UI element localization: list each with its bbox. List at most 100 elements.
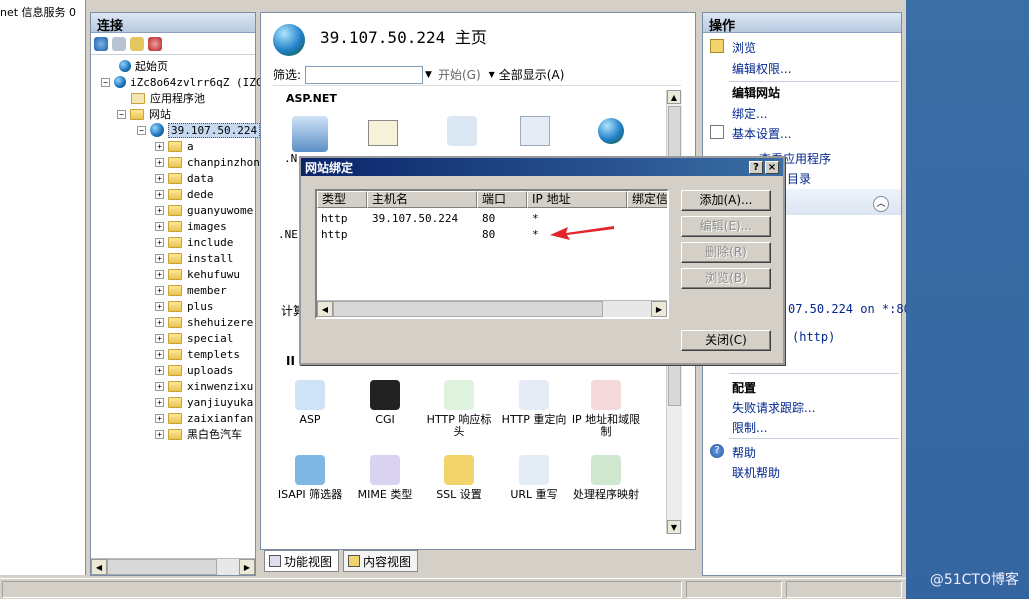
expand-icon[interactable]: + [155,397,164,407]
expand-icon[interactable]: + [155,301,164,311]
expand-icon[interactable]: + [155,429,164,439]
feature-tile[interactable]: IP 地址和域限制 [571,380,641,438]
collapse-icon[interactable]: − [101,77,110,87]
browse-http-link[interactable]: (http) [792,330,835,344]
column-header-binding-info[interactable]: 绑定信 [627,191,667,208]
tree-folder-item[interactable]: + chanpinzhon [155,154,260,170]
feature-tile[interactable]: CGI [350,380,420,426]
tab-features-view[interactable]: 功能视图 [264,550,340,572]
scroll-right-icon[interactable]: ▶ [651,301,667,317]
tree-folder-item[interactable]: + kehufuwu [155,266,240,282]
edit-binding-button[interactable]: 编辑(E)... [681,216,771,237]
failed-request-tracing-link[interactable]: 失败请求跟踪... [732,399,815,416]
scroll-left-icon[interactable]: ◀ [317,301,333,317]
up-folder-icon[interactable] [130,36,144,51]
feature-tile[interactable]: HTTP 重定向 [499,380,569,426]
feature-tile[interactable]: MIME 类型 [350,455,420,501]
column-header-host[interactable]: 主机名 [367,191,477,208]
browse-binding-button[interactable]: 浏览(B) [681,268,771,289]
start-dropdown-icon[interactable]: ▼ [489,70,495,79]
browse-binding-link[interactable]: 07.50.224 on *:80 [788,302,911,316]
scroll-up-icon[interactable]: ▲ [667,90,681,104]
expand-icon[interactable]: + [155,141,164,151]
connect-icon[interactable] [94,36,108,51]
view-virtual-directories-link[interactable]: 目录 [787,170,811,187]
tree-folder-item[interactable]: + a [155,138,194,154]
tree-folder-item[interactable]: + 黑白色汽车 [155,426,242,442]
expand-icon[interactable]: + [155,269,164,279]
tab-content-view[interactable]: 内容视图 [343,550,419,572]
expand-icon[interactable]: + [155,381,164,391]
tree-folder-item[interactable]: + plus [155,298,214,314]
column-header-port[interactable]: 端口 [477,191,527,208]
filter-dropdown-icon[interactable]: ▼ [425,70,432,80]
tree-folder-item[interactable]: + uploads [155,362,233,378]
error-pages-icon[interactable] [368,120,398,146]
dialog-close-icon[interactable]: × [765,160,779,174]
pages-controls-icon[interactable] [520,116,550,146]
expand-icon[interactable]: + [155,333,164,343]
connections-hscrollbar[interactable]: ◀ ▶ [91,558,255,575]
feature-tile[interactable]: 处理程序映射 [571,455,641,501]
tree-item-start-page[interactable]: 起始页 [119,58,168,74]
scroll-thumb[interactable] [333,301,603,317]
aspnet-feature-icon[interactable] [292,116,328,152]
feature-tile[interactable]: HTTP 响应标头 [424,380,494,438]
tree-folder-item[interactable]: + include [155,234,233,250]
feature-tile[interactable]: ASP [275,380,345,426]
dialog-help-button[interactable]: ? [749,160,763,174]
column-header-ip[interactable]: IP 地址 [527,191,627,208]
scroll-left-icon[interactable]: ◀ [91,559,107,575]
remove-binding-button[interactable]: 删除(R) [681,242,771,263]
tree-item-app-pools[interactable]: 应用程序池 [131,90,205,106]
tree-folder-item[interactable]: + dede [155,186,214,202]
tree-item-sites[interactable]: − 网站 [117,106,171,122]
disconnect-icon[interactable] [148,36,162,51]
feature-tile[interactable]: URL 重写 [499,455,569,501]
expand-icon[interactable]: + [155,253,164,263]
tree-folder-item[interactable]: + shehuizere [155,314,253,330]
collapse-chevron-icon[interactable]: ︿ [873,196,889,212]
tree-folder-item[interactable]: + member [155,282,227,298]
tree-folder-item[interactable]: + templets [155,346,240,362]
providers-icon[interactable] [447,116,477,146]
limits-link[interactable]: 限制... [732,419,767,436]
tree-item-site[interactable]: − 39.107.50.224 [137,122,261,138]
tree-folder-item[interactable]: + zaixianfan [155,410,253,426]
basic-settings-link[interactable]: 基本设置... [732,125,791,142]
expand-icon[interactable]: + [155,285,164,295]
tree-folder-item[interactable]: + install [155,250,233,266]
expand-icon[interactable]: + [155,157,164,167]
bindings-hscrollbar[interactable]: ◀ ▶ [317,300,667,317]
net-globalization-icon[interactable] [598,118,624,144]
expand-icon[interactable]: + [155,349,164,359]
expand-icon[interactable]: + [155,221,164,231]
close-dialog-button[interactable]: 关闭(C) [681,330,771,351]
expand-icon[interactable]: + [155,237,164,247]
bindings-list[interactable]: 类型 主机名 端口 IP 地址 绑定信 http 39.107.50.224 8… [315,189,669,319]
expand-icon[interactable]: + [155,317,164,327]
bindings-link[interactable]: 绑定... [732,105,767,122]
show-all-button[interactable]: 全部显示(A) [499,66,565,83]
tree-folder-item[interactable]: + data [155,170,214,186]
browse-link[interactable]: 浏览 [732,39,756,56]
expand-icon[interactable]: + [155,205,164,215]
edit-permissions-link[interactable]: 编辑权限... [732,60,791,77]
tree-folder-item[interactable]: + xinwenzixu [155,378,253,394]
collapse-icon[interactable]: − [117,109,126,119]
column-header-type[interactable]: 类型 [317,191,367,208]
tree-item-server[interactable]: − iZc8o64zvlrr6qZ (IZC [101,74,262,90]
tree-folder-item[interactable]: + images [155,218,227,234]
expand-icon[interactable]: + [155,189,164,199]
tree-folder-item[interactable]: + special [155,330,233,346]
scroll-down-icon[interactable]: ▼ [667,520,681,534]
expand-icon[interactable]: + [155,365,164,375]
scroll-right-icon[interactable]: ▶ [239,559,255,575]
online-help-link[interactable]: 联机帮助 [732,464,780,481]
start-filter-button[interactable]: 开始(G) [438,66,481,83]
help-link[interactable]: 帮助 [732,444,756,461]
expand-icon[interactable]: + [155,413,164,423]
add-binding-button[interactable]: 添加(A)... [681,190,771,211]
expand-icon[interactable]: + [155,173,164,183]
feature-tile[interactable]: ISAPI 筛选器 [275,455,345,501]
